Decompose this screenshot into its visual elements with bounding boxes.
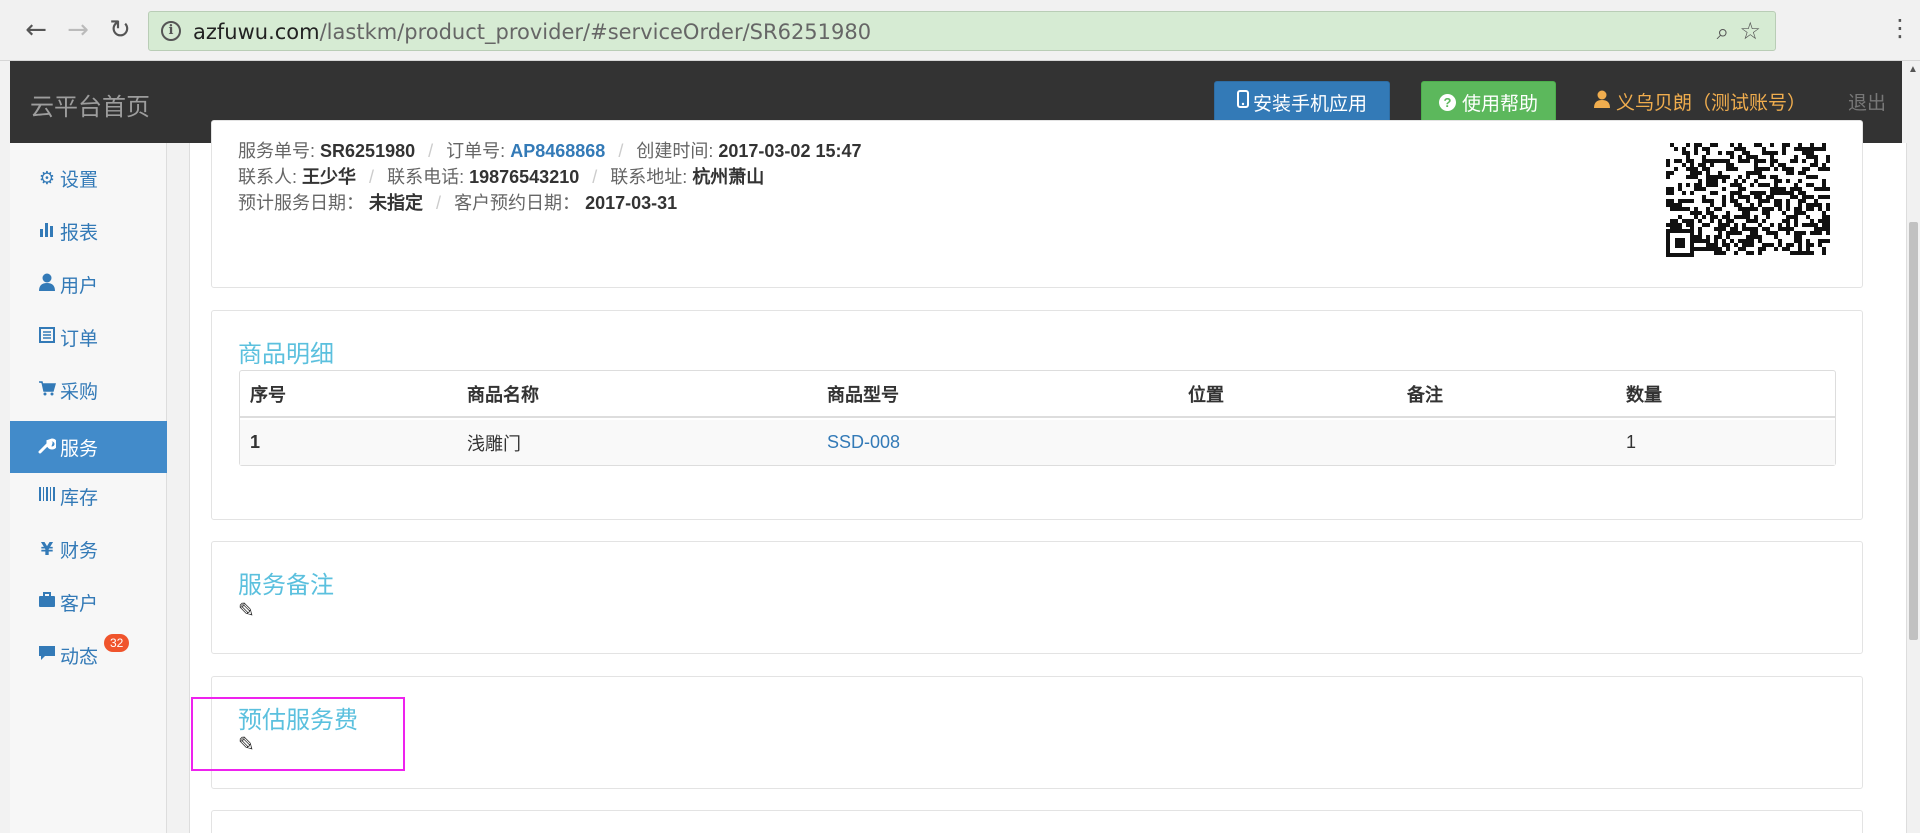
product-name: 浅雕门	[467, 433, 521, 454]
column-header: 序号	[250, 384, 286, 405]
help-button[interactable]: ? 使用帮助	[1421, 81, 1556, 123]
logout-link[interactable]: 退出	[1848, 88, 1886, 115]
list-icon	[36, 326, 58, 348]
install-app-button[interactable]: 安装手机应用	[1214, 81, 1390, 123]
install-app-label: 安装手机应用	[1252, 93, 1367, 115]
activity-count-badge: 32	[104, 634, 130, 652]
row-number: 1	[250, 432, 261, 452]
sidebar-item-orders[interactable]: 订单	[10, 311, 167, 363]
sidebar-item-activity[interactable]: 动态 32	[10, 629, 167, 681]
table-header: 序号 商品名称 商品型号 位置 备注 数量	[240, 371, 1835, 418]
reload-icon[interactable]: ↻	[104, 14, 136, 46]
order-no-link[interactable]: AP8468868	[510, 141, 605, 161]
order-no-label: 订单号:	[446, 141, 506, 161]
scrollbar-thumb[interactable]	[1909, 222, 1918, 640]
product-table: 序号 商品名称 商品型号 位置 备注 数量 1 浅雕门 SSD-008 1	[239, 370, 1836, 466]
sidebar-item-inventory[interactable]: 库存	[10, 470, 167, 522]
sidebar-item-label: 订单	[60, 328, 99, 350]
contact-label: 联系人:	[238, 167, 298, 187]
wrench-icon	[36, 436, 58, 459]
sidebar-item-label: 财务	[60, 540, 99, 562]
bar-chart-icon	[36, 221, 58, 242]
sidebar-item-service[interactable]: 服务	[10, 421, 167, 473]
phone-number: 19876543210	[469, 167, 580, 187]
estimated-fee-panel	[211, 676, 1863, 789]
planned-date: 未指定	[369, 193, 424, 213]
sidebar-item-label: 用户	[60, 275, 99, 297]
next-panel	[211, 810, 1863, 833]
sidebar-item-label: 报表	[60, 222, 99, 244]
user-account-link[interactable]: 义乌贝朗（测试账号）	[1594, 88, 1806, 115]
sidebar-item-label: 采购	[60, 381, 99, 403]
service-no: SR6251980	[320, 141, 416, 161]
question-circle-icon: ?	[1438, 93, 1456, 111]
site-info-icon[interactable]: i	[161, 21, 181, 41]
service-note-title: 服务备注	[238, 572, 334, 599]
sidebar-item-label: 服务	[60, 438, 99, 460]
sidebar-item-users[interactable]: 用户	[10, 258, 167, 310]
sidebar-item-label: 设置	[60, 169, 99, 191]
column-header: 商品名称	[467, 384, 539, 405]
table-row: 1 浅雕门 SSD-008 1	[240, 420, 1835, 465]
browser-toolbar: ← → ↻ i azfuwu.com/lastkm/product_provid…	[0, 0, 1920, 61]
edit-pencil-icon[interactable]: ✎	[238, 598, 255, 622]
contact-line: 联系人: 王少华 / 联系电话: 19876543210 / 联系地址: 杭州萧…	[238, 167, 765, 187]
service-note-panel	[211, 541, 1863, 654]
address-label: 联系地址:	[610, 167, 688, 187]
barcode-icon	[36, 486, 58, 507]
forward-icon[interactable]: →	[62, 14, 94, 46]
column-header: 数量	[1626, 384, 1662, 405]
scroll-up-arrow-icon[interactable]: ▲	[1908, 64, 1918, 75]
address: 杭州萧山	[692, 167, 765, 187]
contact-name: 王少华	[302, 167, 357, 187]
booking-date-label: 客户预约日期：	[454, 193, 581, 213]
sidebar-item-label: 库存	[60, 487, 99, 509]
created-label: 创建时间:	[636, 141, 714, 161]
gear-icon: ⚙	[38, 167, 56, 189]
column-header: 备注	[1407, 384, 1443, 405]
yen-icon: ¥	[40, 538, 54, 560]
sidebar-item-customers[interactable]: 客户	[10, 576, 167, 628]
comment-icon	[36, 645, 58, 666]
address-bar[interactable]: i azfuwu.com/lastkm/product_provider/#se…	[148, 11, 1776, 51]
sidebar-item-settings[interactable]: ⚙ 设置	[10, 152, 167, 204]
sidebar-item-label: 动态	[60, 646, 99, 668]
sidebar-item-label: 客户	[60, 593, 99, 615]
order-numbers-line: 服务单号: SR6251980 / 订单号: AP8468868 / 创建时间:…	[238, 141, 862, 161]
browser-menu-icon[interactable]: ⋮	[1888, 14, 1912, 43]
bookmark-star-icon[interactable]: ☆	[1739, 17, 1761, 46]
back-icon[interactable]: ←	[20, 14, 52, 46]
dates-line: 预计服务日期： 未指定 / 客户预约日期： 2017-03-31	[238, 193, 678, 213]
user-name: 义乌贝朗（测试账号）	[1616, 93, 1807, 114]
product-model-link[interactable]: SSD-008	[827, 420, 900, 465]
user-icon	[36, 273, 58, 296]
brand-home-link[interactable]: 云平台首页	[30, 87, 150, 122]
cart-icon	[36, 380, 58, 401]
sidebar-item-finance[interactable]: ¥ 财务	[10, 523, 167, 575]
user-icon	[1594, 90, 1610, 114]
help-label: 使用帮助	[1461, 93, 1538, 115]
sidebar-item-reports[interactable]: 报表	[10, 205, 167, 257]
created-time: 2017-03-02 15:47	[718, 141, 862, 161]
service-no-label: 服务单号:	[238, 141, 316, 161]
briefcase-icon	[36, 591, 58, 613]
planned-date-label: 预计服务日期：	[238, 193, 364, 213]
sidebar: ⚙ 设置 报表 用户 订单 采购 服务 库存 ¥ 财务 客户 动态 32	[10, 143, 167, 833]
qr-code	[1666, 143, 1830, 257]
product-details-title: 商品明细	[238, 341, 334, 368]
booking-date: 2017-03-31	[585, 193, 678, 213]
mobile-phone-icon	[1236, 90, 1249, 114]
phone-label: 联系电话:	[387, 167, 465, 187]
highlight-box	[191, 697, 405, 771]
product-quantity: 1	[1626, 432, 1637, 452]
url-text[interactable]: azfuwu.com/lastkm/product_provider/#serv…	[193, 20, 871, 44]
sidebar-item-purchase[interactable]: 采购	[10, 364, 167, 416]
zoom-icon[interactable]: ⌕	[1717, 19, 1729, 45]
column-header: 位置	[1188, 384, 1224, 405]
column-header: 商品型号	[827, 384, 899, 405]
